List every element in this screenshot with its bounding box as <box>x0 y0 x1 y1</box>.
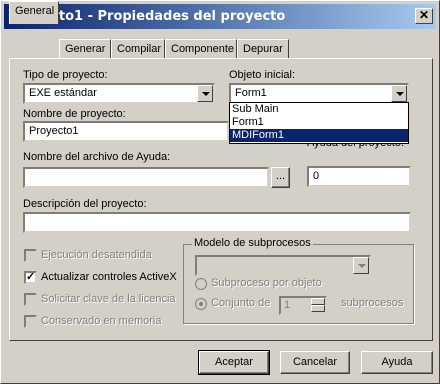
thread-pool-stepper[interactable]: 1 <box>279 296 327 315</box>
thread-pool-label: Conjunto de <box>211 297 271 309</box>
description-label: Descripción del proyecto: <box>23 198 147 210</box>
project-name-label: Nombre de proyecto: <box>23 108 126 120</box>
spin-up-icon[interactable] <box>311 298 325 305</box>
chevron-down-icon[interactable] <box>197 85 213 102</box>
cancel-button[interactable]: Cancelar <box>280 351 350 374</box>
startup-object-combo[interactable]: Form1 <box>229 83 409 104</box>
thread-pool-value: 1 <box>284 299 291 311</box>
upgrade-activex-label: Actualizar controles ActiveX <box>41 271 177 283</box>
startup-object-value: Form1 <box>235 87 267 99</box>
chevron-down-icon[interactable] <box>391 85 407 102</box>
project-type-combo[interactable]: EXE estándar <box>23 83 215 104</box>
unattended-label: Ejecución desatendida <box>41 249 152 261</box>
license-key-label: Solicitar clave de la licencia <box>41 293 176 305</box>
thread-pool-radio[interactable] <box>195 298 207 310</box>
startup-object-label: Objeto inicial: <box>229 69 296 81</box>
thread-per-object-label: Subproceso por objeto <box>211 277 322 289</box>
dropdown-option[interactable]: Sub Main <box>230 103 408 116</box>
help-button[interactable]: Ayuda <box>361 351 433 374</box>
unattended-checkbox[interactable] <box>24 249 37 262</box>
tab-componente[interactable]: Componente <box>165 39 237 59</box>
help-file-label: Nombre del archivo de Ayuda: <box>23 151 171 163</box>
tab-general[interactable]: General <box>9 1 59 24</box>
project-properties-dialog: Proyecto1 - Propiedades del proyecto ✕ G… <box>0 0 440 384</box>
upgrade-activex-checkbox[interactable] <box>24 270 37 284</box>
tab-compilar[interactable]: Compilar <box>111 39 165 59</box>
startup-object-dropdown: Sub Main Form1 MDIForm1 <box>229 102 409 144</box>
retained-in-memory-checkbox[interactable] <box>24 315 37 328</box>
help-context-input[interactable]: 0 <box>307 166 411 187</box>
retained-in-memory-label: Conservado en memoria <box>41 315 162 327</box>
project-type-label: Tipo de proyecto: <box>23 69 108 81</box>
chevron-down-icon[interactable] <box>353 257 369 274</box>
threading-model-label: Modelo de subprocesos <box>192 237 313 249</box>
dropdown-option-selected[interactable]: MDIForm1 <box>230 129 408 142</box>
thread-per-object-radio[interactable] <box>195 278 207 290</box>
threading-model-combo[interactable] <box>195 255 371 276</box>
ok-button[interactable]: Aceptar <box>198 350 270 375</box>
tab-depurar[interactable]: Depurar <box>237 39 289 59</box>
browse-button[interactable]: ... <box>271 167 290 188</box>
title-bar: Proyecto1 - Propiedades del proyecto ✕ <box>4 4 436 29</box>
tab-generar[interactable]: Generar <box>59 39 111 59</box>
help-file-input[interactable] <box>23 167 269 188</box>
threads-suffix-label: subprocesos <box>341 297 404 309</box>
dropdown-option[interactable]: Form1 <box>230 116 408 129</box>
description-input[interactable] <box>23 212 411 233</box>
project-name-input[interactable]: Proyecto1 <box>23 121 229 142</box>
spin-down-icon[interactable] <box>311 305 325 312</box>
license-key-checkbox[interactable] <box>24 293 37 306</box>
project-type-value: EXE estándar <box>29 87 97 99</box>
close-icon[interactable]: ✕ <box>415 8 433 24</box>
